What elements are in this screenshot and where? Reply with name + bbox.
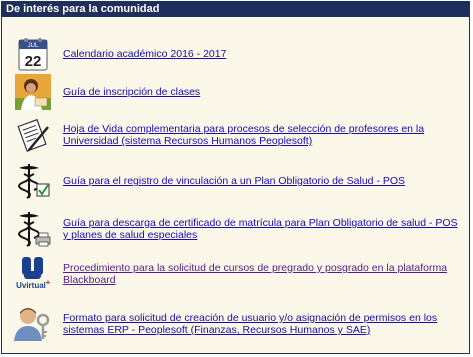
document-pen-icon[interactable]: [14, 116, 52, 154]
community-panel: De interés para la comunidad JUL 22 Cale…: [1, 1, 470, 354]
calendar-day: 22: [25, 53, 42, 70]
calendar-icon[interactable]: JUL 22: [14, 35, 52, 73]
list-item: Formato para solicitud de creación de us…: [14, 305, 463, 343]
list-item: Guía de inscripción de clases: [14, 73, 463, 111]
calendar-month: JUL: [28, 43, 39, 49]
uvirtual-logo-icon[interactable]: Uvirtual +: [14, 255, 52, 293]
link-certificado-matricula[interactable]: Guía para descarga de certificado de mat…: [63, 217, 463, 241]
svg-text:+: +: [46, 278, 51, 287]
link-solicitud-usuario-erp[interactable]: Formato para solicitud de creación de us…: [63, 312, 463, 336]
link-hoja-de-vida[interactable]: Hoja de Vida complementaria para proceso…: [63, 123, 463, 147]
list-item: Uvirtual + Procedimiento para la solicit…: [14, 255, 463, 293]
student-photo-icon[interactable]: [14, 73, 52, 111]
list-item: JUL 22 Calendario académico 2016 - 2017: [14, 35, 463, 73]
caduceus-printer-icon[interactable]: [14, 210, 52, 248]
link-cursos-blackboard[interactable]: Procedimiento para la solicitud de curso…: [63, 262, 463, 286]
user-key-icon[interactable]: [14, 305, 52, 343]
list-item: Guía para el registro de vinculación a u…: [14, 162, 463, 200]
link-registro-pos[interactable]: Guía para el registro de vinculación a u…: [63, 175, 405, 187]
link-guia-inscripcion[interactable]: Guía de inscripción de clases: [63, 86, 200, 98]
link-calendario-academico[interactable]: Calendario académico 2016 - 2017: [63, 48, 226, 60]
list-item: Hoja de Vida complementaria para proceso…: [14, 116, 463, 154]
panel-title: De interés para la comunidad: [2, 2, 469, 17]
list-item: Guía para descarga de certificado de mat…: [14, 210, 463, 248]
uvirtual-logo-text: Uvirtual: [16, 281, 46, 290]
caduceus-check-icon[interactable]: [14, 162, 52, 200]
